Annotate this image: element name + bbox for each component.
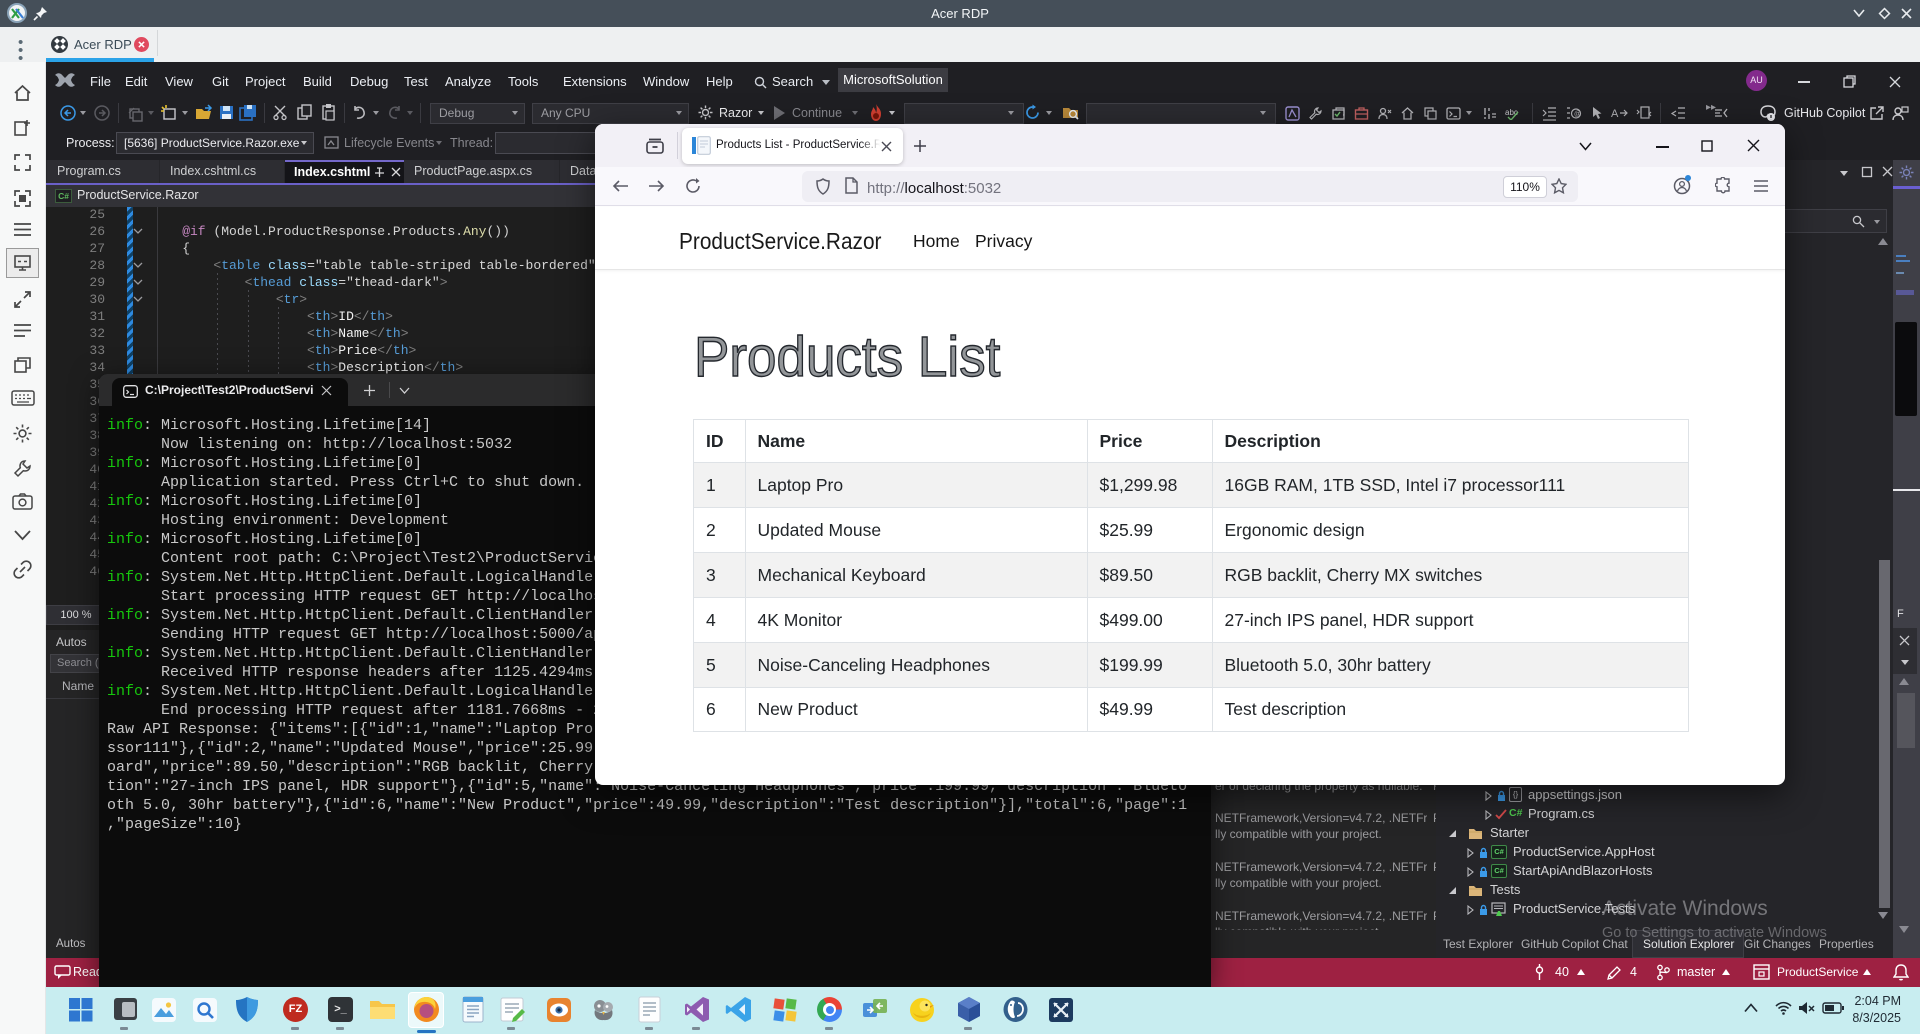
svg-text:abc: abc — [1505, 108, 1518, 117]
svg-text:A: A — [1611, 108, 1619, 120]
svg-text:Products List: Products List — [694, 329, 1000, 388]
svg-text:@: @ — [1574, 111, 1581, 118]
